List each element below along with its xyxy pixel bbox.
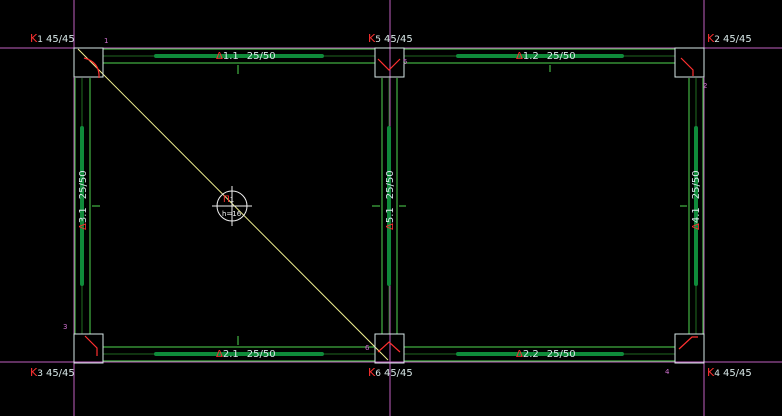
column-label-index: 1 <box>37 35 43 45</box>
beam-label-size: 25/50 <box>247 349 276 360</box>
column-label-k6[interactable]: K6 45/45 <box>368 366 413 379</box>
beam-label-code: 3.1 <box>78 207 89 223</box>
column-label-k2[interactable]: K2 45/45 <box>707 32 752 45</box>
column-label-size: 45/45 <box>723 34 752 45</box>
node-number: 3 <box>63 323 67 331</box>
column-label-index: 5 <box>375 35 381 45</box>
column-label-size: 45/45 <box>384 34 413 45</box>
column-k4[interactable] <box>674 333 705 364</box>
column-label-k5[interactable]: K5 45/45 <box>368 32 413 45</box>
beam-label-b11[interactable]: Δ1.1 25/50 <box>216 51 276 62</box>
beam-label-size: 25/50 <box>78 170 89 199</box>
node-number: 2 <box>703 82 707 90</box>
column-label-size: 45/45 <box>46 368 75 379</box>
column-label-k4[interactable]: K4 45/45 <box>707 366 752 379</box>
column-label-size: 45/45 <box>384 368 413 379</box>
node-numbers: 1 5 2 3 6 4 <box>63 37 707 376</box>
slab-label-prefix: Π <box>223 195 230 205</box>
column-bracket <box>377 341 401 353</box>
slab-diagonal <box>77 48 389 361</box>
beam-label-code: 5.1 <box>385 207 396 223</box>
beam-label-b22[interactable]: Δ2.2 25/50 <box>516 349 576 360</box>
slab-label: Π1 <box>223 195 234 205</box>
beam-label-code: 4.1 <box>691 207 702 223</box>
slab-symbol[interactable]: Π1 h=16 <box>212 186 252 226</box>
beam-label-code: 1.2 <box>523 51 539 62</box>
column-bracket <box>84 335 98 356</box>
node-number: 1 <box>104 37 108 45</box>
beam-label-b41[interactable]: Δ4.125/50 <box>691 170 702 230</box>
node-number: 5 <box>403 58 407 66</box>
column-outline <box>73 333 104 364</box>
column-outline <box>674 47 705 78</box>
column-label-index: 4 <box>714 369 720 379</box>
beam-label-b31[interactable]: Δ3.125/50 <box>78 170 89 230</box>
beam-label-code: 2.2 <box>523 349 539 360</box>
structural-plan-canvas: Π1 h=16 Δ1.1 25/50 Δ1.2 25/50 Δ2.1 25/50 Δ2… <box>0 0 782 416</box>
column-bracket <box>680 57 694 76</box>
node-number: 6 <box>365 344 370 352</box>
column-label-index: 2 <box>714 35 720 45</box>
column-k1[interactable] <box>73 47 104 79</box>
column-label-size: 45/45 <box>723 368 752 379</box>
column-k2[interactable] <box>674 47 705 78</box>
beam-label-code: 2.1 <box>223 349 239 360</box>
beam-label-b12[interactable]: Δ1.2 25/50 <box>516 51 576 62</box>
column-label-index: 3 <box>37 369 43 379</box>
column-label-k3[interactable]: K3 45/45 <box>30 366 75 379</box>
beam-label-size: 25/50 <box>385 170 396 199</box>
slab-label-index: 1 <box>230 196 234 204</box>
beam-label-size: 25/50 <box>547 51 576 62</box>
beam-label-b21[interactable]: Δ2.1 25/50 <box>216 349 276 360</box>
beam-label-size: 25/50 <box>547 349 576 360</box>
beam-label-code: 1.1 <box>223 51 239 62</box>
column-bracket <box>377 58 401 71</box>
column-k3[interactable] <box>73 333 104 364</box>
beam-label-size: 25/50 <box>691 170 702 199</box>
slab-thickness: h=16 <box>222 210 242 218</box>
column-label-k1[interactable]: K1 45/45 <box>30 32 75 45</box>
column-bracket <box>678 336 698 350</box>
beam-label-b51[interactable]: Δ5.125/50 <box>385 170 396 230</box>
node-number: 4 <box>665 368 670 376</box>
column-label-index: 6 <box>375 369 381 379</box>
beam-label-size: 25/50 <box>247 51 276 62</box>
column-label-size: 45/45 <box>46 34 75 45</box>
